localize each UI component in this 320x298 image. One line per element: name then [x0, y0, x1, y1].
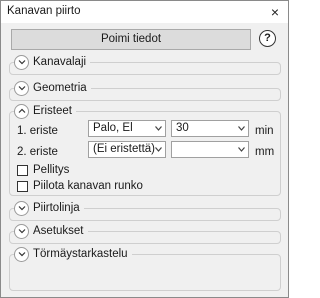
hide-duct-body-checkbox-row[interactable]: Piilota kanavan runko: [17, 180, 143, 192]
section-header-tormaystarkastelu[interactable]: Törmäystarkastelu: [14, 246, 132, 262]
insulation-1-unit: min: [255, 125, 274, 137]
pellitys-checkbox-row[interactable]: Pellitys: [17, 164, 69, 176]
chevron-down-icon[interactable]: [14, 200, 29, 216]
insulation-1-thickness-select[interactable]: 30: [171, 120, 249, 137]
section-label: Eristeet: [33, 105, 72, 117]
chevron-down-icon[interactable]: [14, 80, 29, 96]
section-label: Törmäystarkastelu: [33, 248, 128, 260]
section-header-geometria[interactable]: Geometria: [14, 80, 91, 96]
chevron-up-icon[interactable]: [14, 103, 29, 119]
insulation-2-thickness-select[interactable]: [171, 141, 249, 158]
section-piirtolinja: Piirtolinja: [9, 200, 281, 221]
dialog-window: Kanavan piirto × Poimi tiedot ? Kanavala…: [0, 0, 289, 298]
section-tormaystarkastelu: Törmäystarkastelu: [9, 246, 281, 291]
section-header-kanavalaji[interactable]: Kanavalaji: [14, 54, 91, 70]
insulation-1-material-value: Palo, El: [93, 122, 133, 134]
insulation-1-material-select[interactable]: Palo, El: [88, 120, 166, 137]
close-icon[interactable]: ×: [266, 3, 284, 21]
section-geometria: Geometria: [9, 80, 281, 101]
title-bar: Kanavan piirto ×: [1, 1, 288, 23]
window-title: Kanavan piirto: [7, 5, 81, 17]
section-header-piirtolinja[interactable]: Piirtolinja: [14, 200, 84, 216]
section-label: Asetukset: [33, 225, 84, 237]
insulation-1-thickness-value: 30: [176, 122, 189, 134]
dropdown-arrow-icon: [238, 147, 245, 152]
insulation-2-material-value: (Ei eristettä): [93, 143, 155, 155]
pellitys-label: Pellitys: [33, 164, 70, 176]
insulation-2-material-select[interactable]: (Ei eristettä): [88, 141, 166, 158]
insulation-2-label: 2. eriste: [17, 146, 58, 158]
section-kanavalaji: Kanavalaji: [9, 54, 281, 75]
dropdown-arrow-icon: [238, 126, 245, 131]
dropdown-arrow-icon: [155, 126, 162, 131]
insulation-2-unit: mm: [255, 146, 275, 158]
section-header-asetukset[interactable]: Asetukset: [14, 223, 88, 239]
pick-data-button[interactable]: Poimi tiedot: [11, 29, 251, 50]
section-asetukset: Asetukset: [9, 223, 281, 244]
section-header-eristeet[interactable]: Eristeet: [14, 103, 76, 119]
chevron-down-icon[interactable]: [14, 223, 29, 239]
hide-duct-body-checkbox[interactable]: [17, 180, 28, 192]
section-label: Piirtolinja: [33, 202, 80, 214]
insulation-1-label: 1. eriste: [17, 125, 58, 137]
help-icon[interactable]: ?: [259, 30, 276, 47]
dropdown-arrow-icon: [155, 147, 162, 152]
hide-duct-body-label: Piilota kanavan runko: [33, 180, 143, 192]
chevron-down-icon[interactable]: [14, 54, 29, 70]
section-label: Kanavalaji: [33, 56, 87, 68]
pellitys-checkbox[interactable]: [17, 164, 28, 176]
section-label: Geometria: [33, 82, 87, 94]
chevron-down-icon[interactable]: [14, 246, 29, 262]
